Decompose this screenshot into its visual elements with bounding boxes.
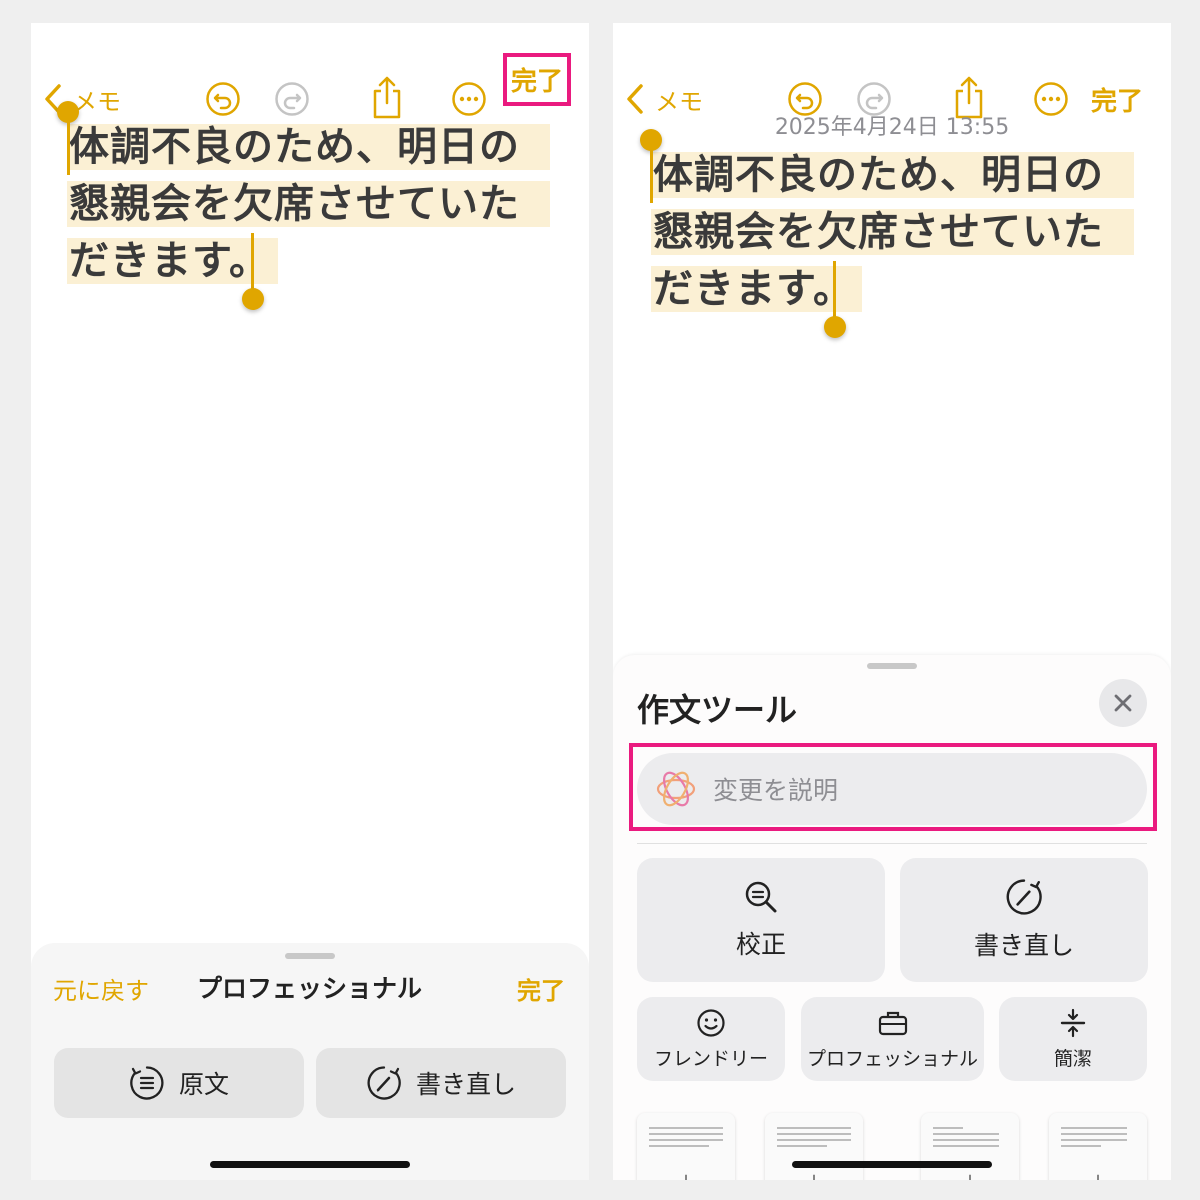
rewrite-label: 書き直し [415,1070,516,1099]
format-thumbnail[interactable]: ↓ [1049,1113,1147,1180]
magnifier-icon [745,881,777,913]
close-icon [1114,694,1132,712]
note-timestamp: 2025年4月24日 13:55 [774,115,1010,140]
undo-rewrite-button[interactable]: 元に戻す [53,971,149,1006]
more-icon[interactable] [451,81,487,117]
original-text-icon [130,1066,164,1100]
friendly-label: フレンドリー [653,1047,768,1070]
selection-start-caret [650,143,653,203]
original-text-button[interactable]: 原文 [54,1048,304,1118]
selection-end-handle[interactable] [242,288,264,310]
rewrite-label: 書き直し [973,931,1074,960]
sheet-grabber[interactable] [285,953,335,959]
smile-icon [697,1008,725,1037]
original-text-label: 原文 [178,1070,229,1099]
phone-screen-left: メモ 完了 体調不良のため、明日の 懇親会を欠席させていた だきます。 元に戻す… [31,23,589,1180]
back-button[interactable]: メモ [43,79,121,119]
redo-icon[interactable] [274,81,310,117]
sheet-grabber[interactable] [867,663,917,669]
concise-label: 簡潔 [1053,1047,1092,1070]
note-body[interactable]: 体調不良のため、明日の 懇親会を欠席させていた だきます。 [67,119,550,290]
professional-label: プロフェッショナル [806,1047,978,1070]
down-arrow-icon: ↓ [921,1173,1019,1180]
friendly-button[interactable]: フレンドリー [637,997,785,1081]
concise-button[interactable]: 簡潔 [999,997,1147,1081]
home-indicator [792,1161,992,1168]
done-button[interactable]: 完了 [502,53,571,106]
writing-tools-sheet: 作文ツール 変更を説明 校正 書き直し フレンドリー プロフェッショナル 簡潔 [613,655,1171,1180]
format-thumbnail[interactable]: ↓ [765,1113,863,1180]
rewrite-button[interactable]: 書き直し [316,1048,566,1118]
sheet-title: 作文ツール [637,691,798,729]
down-arrow-icon: ↓ [765,1173,863,1180]
note-line: 懇親会を欠席させていた [651,209,1134,255]
down-arrow-icon: ↓ [637,1173,735,1180]
selection-end-caret [251,233,254,293]
note-body[interactable]: 体調不良のため、明日の 懇親会を欠席させていた だきます。 [651,147,1134,318]
rewrite-icon [367,1066,401,1100]
note-line: 懇親会を欠席させていた [67,181,550,227]
concise-icon [1060,1008,1086,1037]
note-line: だきます。 [651,266,862,312]
annotation-highlight-box [629,743,1157,831]
phone-screen-right: メモ 完了 2025年4月24日 13:55 体調不良のため、明日の 懇親会を欠… [613,23,1171,1180]
proofread-label: 校正 [735,930,786,959]
home-indicator [210,1161,410,1168]
selection-start-caret [67,115,70,175]
panel-done-button[interactable]: 完了 [517,971,565,1006]
note-line: 体調不良のため、明日の [67,124,550,170]
briefcase-icon [878,1011,907,1035]
selection-end-handle[interactable] [824,316,846,338]
back-label: メモ [73,87,121,116]
note-line: だきます。 [67,238,278,284]
note-line: 体調不良のため、明日の [651,152,1134,198]
selection-end-caret [833,261,836,321]
close-button[interactable] [1099,679,1147,727]
divider [637,843,1147,844]
undo-icon[interactable] [205,81,241,117]
rewrite-result-panel: 元に戻す プロフェッショナル 完了 原文 書き直し [31,943,589,1180]
rewrite-icon [1006,879,1042,915]
format-thumbnail[interactable]: ↓ [637,1113,735,1180]
panel-title: プロフェッショナル [197,974,423,1003]
share-icon[interactable] [369,75,405,119]
format-thumbnail[interactable]: ↓ [921,1113,1019,1180]
proofread-button[interactable]: 校正 [637,858,885,982]
professional-button[interactable]: プロフェッショナル [801,997,984,1081]
down-arrow-icon: ↓ [1049,1173,1147,1180]
rewrite-button[interactable]: 書き直し [900,858,1148,982]
